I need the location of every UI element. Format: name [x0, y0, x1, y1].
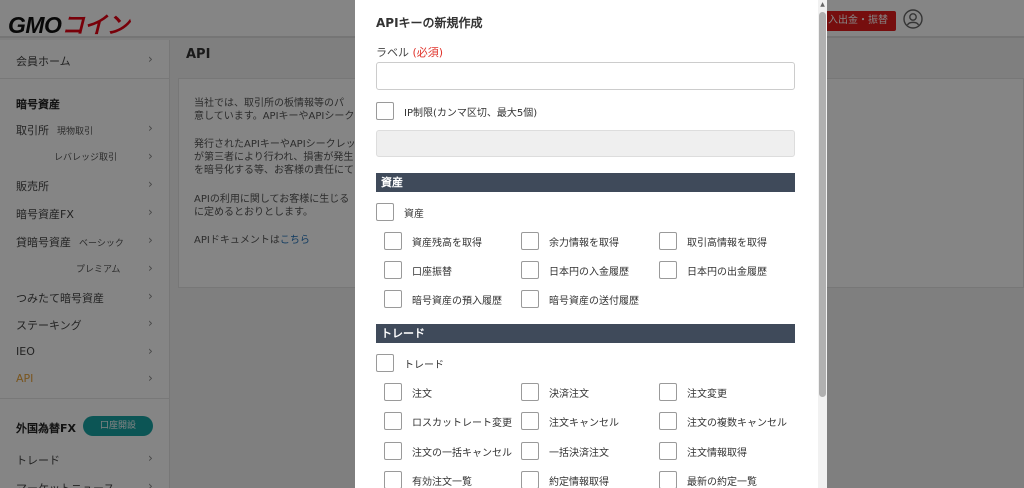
ip-restriction-label: IP制限(カンマ区切、最大5個)	[404, 107, 538, 119]
permission-item: 日本円の入金履歴	[521, 261, 629, 279]
permission-item: 決済注文	[521, 383, 589, 401]
permission-item: 取引高情報を取得	[659, 232, 767, 250]
permission-item: 余力情報を取得	[521, 232, 619, 250]
permission-checkbox[interactable]	[521, 412, 539, 430]
permission-checkbox[interactable]	[521, 261, 539, 279]
assets-master-label: 資産	[404, 208, 424, 220]
permission-item: 約定情報取得	[521, 471, 609, 488]
permission-item: 口座振替	[384, 261, 452, 279]
section-header-assets: 資産	[376, 173, 795, 192]
permission-item: 最新の約定一覧	[659, 471, 757, 488]
permission-item: 注文	[384, 383, 432, 401]
permission-item: 一括決済注文	[521, 442, 609, 460]
permission-checkbox[interactable]	[384, 412, 402, 430]
permission-item: 資産残高を取得	[384, 232, 482, 250]
permission-checkbox[interactable]	[659, 471, 677, 488]
permission-checkbox[interactable]	[521, 290, 539, 308]
permission-checkbox[interactable]	[521, 442, 539, 460]
permission-item: 注文の一括キャンセル	[384, 442, 512, 460]
permission-checkbox[interactable]	[521, 471, 539, 488]
label-field-label: ラベル (必須)	[376, 46, 444, 59]
assets-master-checkbox[interactable]	[376, 203, 394, 221]
permission-checkbox[interactable]	[384, 232, 402, 250]
permission-checkbox[interactable]	[384, 471, 402, 488]
permission-checkbox[interactable]	[659, 232, 677, 250]
permission-item: ロスカットレート変更	[384, 412, 512, 430]
assets-master-row: 資産	[376, 203, 424, 221]
permission-item: 日本円の出金履歴	[659, 261, 767, 279]
permission-checkbox[interactable]	[659, 442, 677, 460]
permission-checkbox[interactable]	[384, 383, 402, 401]
permission-item: 注文の複数キャンセル	[659, 412, 787, 430]
ip-address-input[interactable]	[376, 130, 795, 157]
create-api-key-modal: APIキーの新規作成 ラベル (必須) IP制限(カンマ区切、最大5個) 資産 …	[355, 0, 818, 488]
permission-checkbox[interactable]	[659, 383, 677, 401]
permission-item: 暗号資産の送付履歴	[521, 290, 639, 308]
modal-scrollbar[interactable]: ▲	[818, 0, 827, 488]
permission-checkbox[interactable]	[659, 412, 677, 430]
permission-checkbox[interactable]	[521, 383, 539, 401]
scrollbar-thumb[interactable]	[819, 12, 826, 397]
permission-checkbox[interactable]	[384, 442, 402, 460]
ip-restriction-row: IP制限(カンマ区切、最大5個)	[376, 102, 537, 120]
permission-item: 有効注文一覧	[384, 471, 472, 488]
label-input[interactable]	[376, 62, 795, 90]
scroll-up-arrow-icon[interactable]: ▲	[819, 1, 826, 9]
trade-master-row: トレード	[376, 354, 444, 372]
permission-item: 注文変更	[659, 383, 727, 401]
permission-item: 注文情報取得	[659, 442, 747, 460]
trade-master-label: トレード	[404, 359, 444, 371]
required-mark: (必須)	[412, 46, 444, 59]
permission-checkbox[interactable]	[521, 232, 539, 250]
permission-checkbox[interactable]	[384, 261, 402, 279]
trade-master-checkbox[interactable]	[376, 354, 394, 372]
permission-item: 暗号資産の預入履歴	[384, 290, 502, 308]
permission-checkbox[interactable]	[384, 290, 402, 308]
permission-item: 注文キャンセル	[521, 412, 619, 430]
permission-checkbox[interactable]	[659, 261, 677, 279]
ip-restriction-checkbox[interactable]	[376, 102, 394, 120]
modal-title: APIキーの新規作成	[376, 16, 483, 30]
section-header-trade: トレード	[376, 324, 795, 343]
